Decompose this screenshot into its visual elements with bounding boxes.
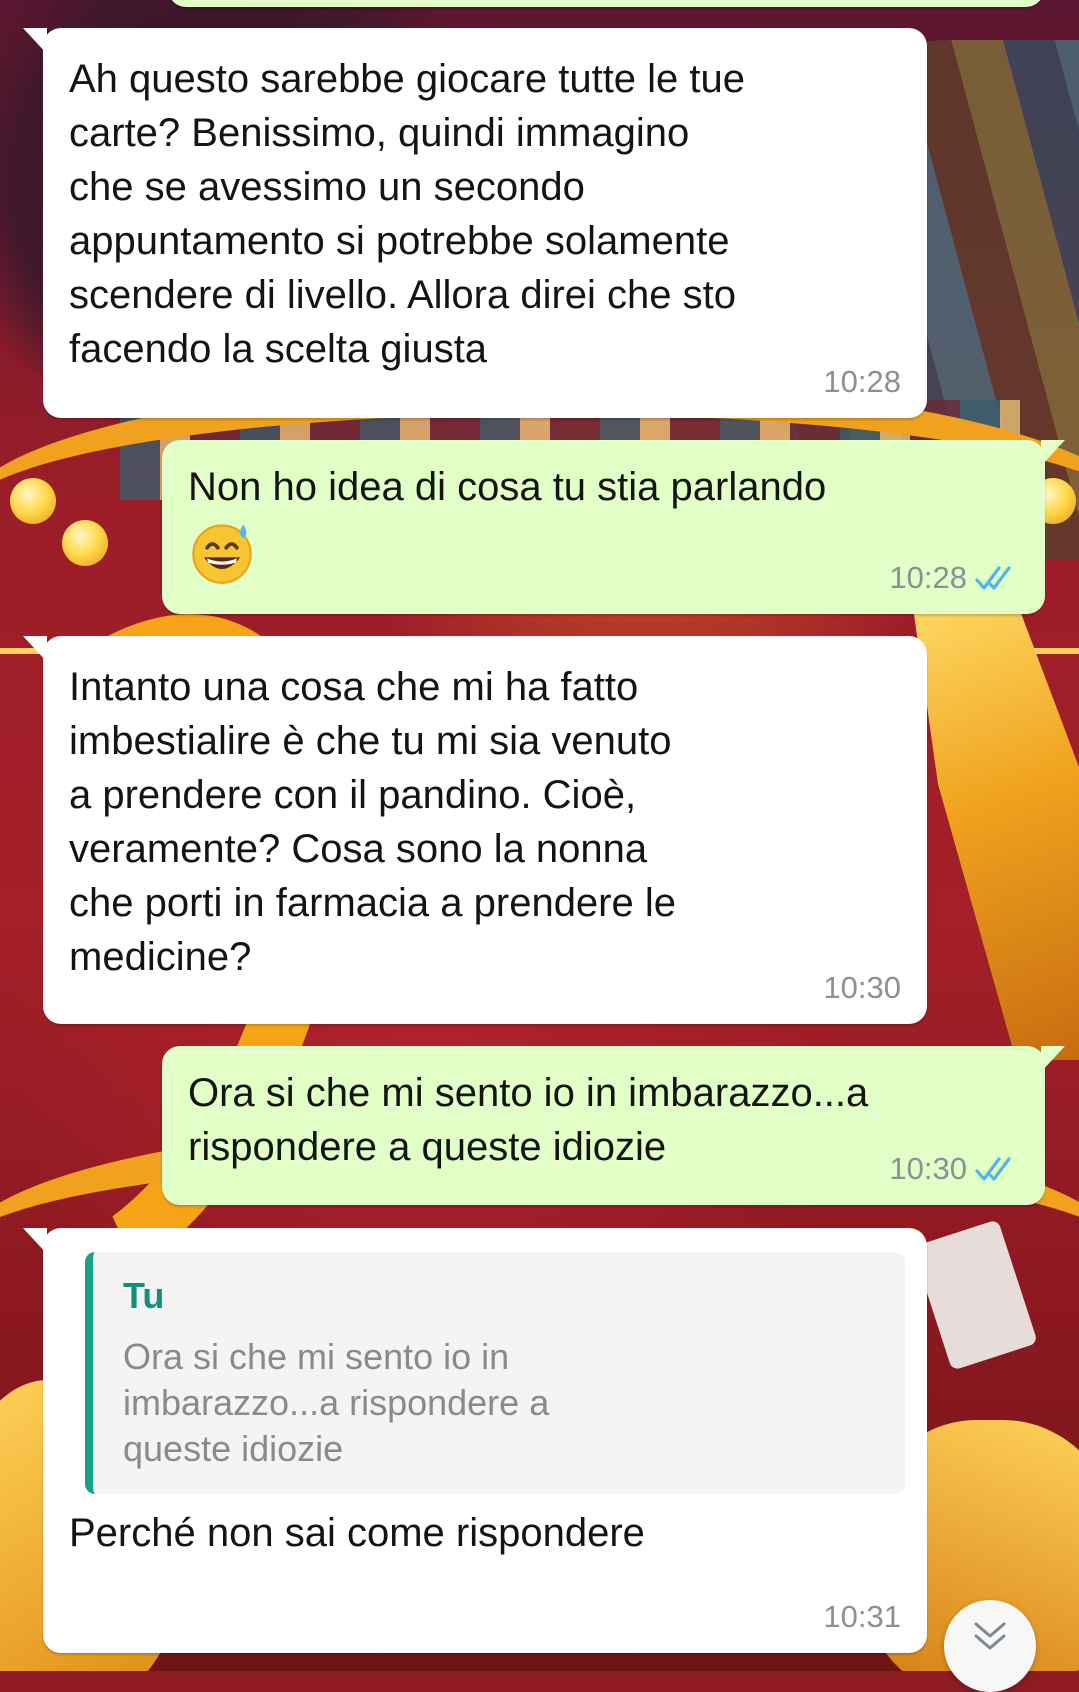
incoming-message[interactable]: Intanto una cosa che mi ha fatto imbesti… xyxy=(23,636,927,1024)
message-text: Ah questo sarebbe giocare tutte le tue c… xyxy=(69,57,746,371)
message-time: 10:30 xyxy=(823,970,901,1005)
message-meta: 10:28 xyxy=(823,364,901,400)
outgoing-message[interactable]: Ora si che mi sento io in imbarazzo...a … xyxy=(162,1046,1065,1205)
quoted-message[interactable]: Tu Ora si che mi sento io in imbarazzo..… xyxy=(85,1252,905,1494)
message-meta: 10:31 xyxy=(823,1599,901,1635)
incoming-reply-message[interactable]: Tu Ora si che mi sento io in imbarazzo..… xyxy=(23,1228,927,1653)
message-meta: 10:30 xyxy=(823,970,901,1006)
double-chevron-down-icon xyxy=(974,1622,1006,1650)
message-text: Intanto una cosa che mi ha fatto imbesti… xyxy=(69,665,676,979)
message-time: 10:30 xyxy=(889,1151,967,1186)
message-list[interactable]: Ah questo sarebbe giocare tutte le tue c… xyxy=(0,0,1079,1671)
grinning-face-with-sweat-icon xyxy=(192,524,252,584)
outgoing-message[interactable]: Non ho idea di cosa tu stia parlando 10:… xyxy=(162,440,1065,614)
message-meta: 10:30 xyxy=(889,1151,1019,1187)
read-receipt-icon xyxy=(975,1157,1011,1181)
quoted-author: Tu xyxy=(123,1275,165,1316)
read-receipt-icon xyxy=(975,566,1011,590)
message-time: 10:28 xyxy=(889,560,967,595)
quoted-text: Ora si che mi sento io in imbarazzo...a … xyxy=(123,1336,550,1469)
message-text: Perché non sai come rispondere xyxy=(69,1511,645,1555)
incoming-message[interactable]: Ah questo sarebbe giocare tutte le tue c… xyxy=(23,28,927,418)
message-meta: 10:28 xyxy=(889,560,1019,596)
scroll-to-bottom-button[interactable] xyxy=(944,1600,1036,1692)
message-time: 10:28 xyxy=(823,364,901,399)
outgoing-message-partial[interactable] xyxy=(168,0,1044,7)
message-text: Non ho idea di cosa tu stia parlando xyxy=(188,465,827,509)
message-time: 10:31 xyxy=(823,1599,901,1634)
